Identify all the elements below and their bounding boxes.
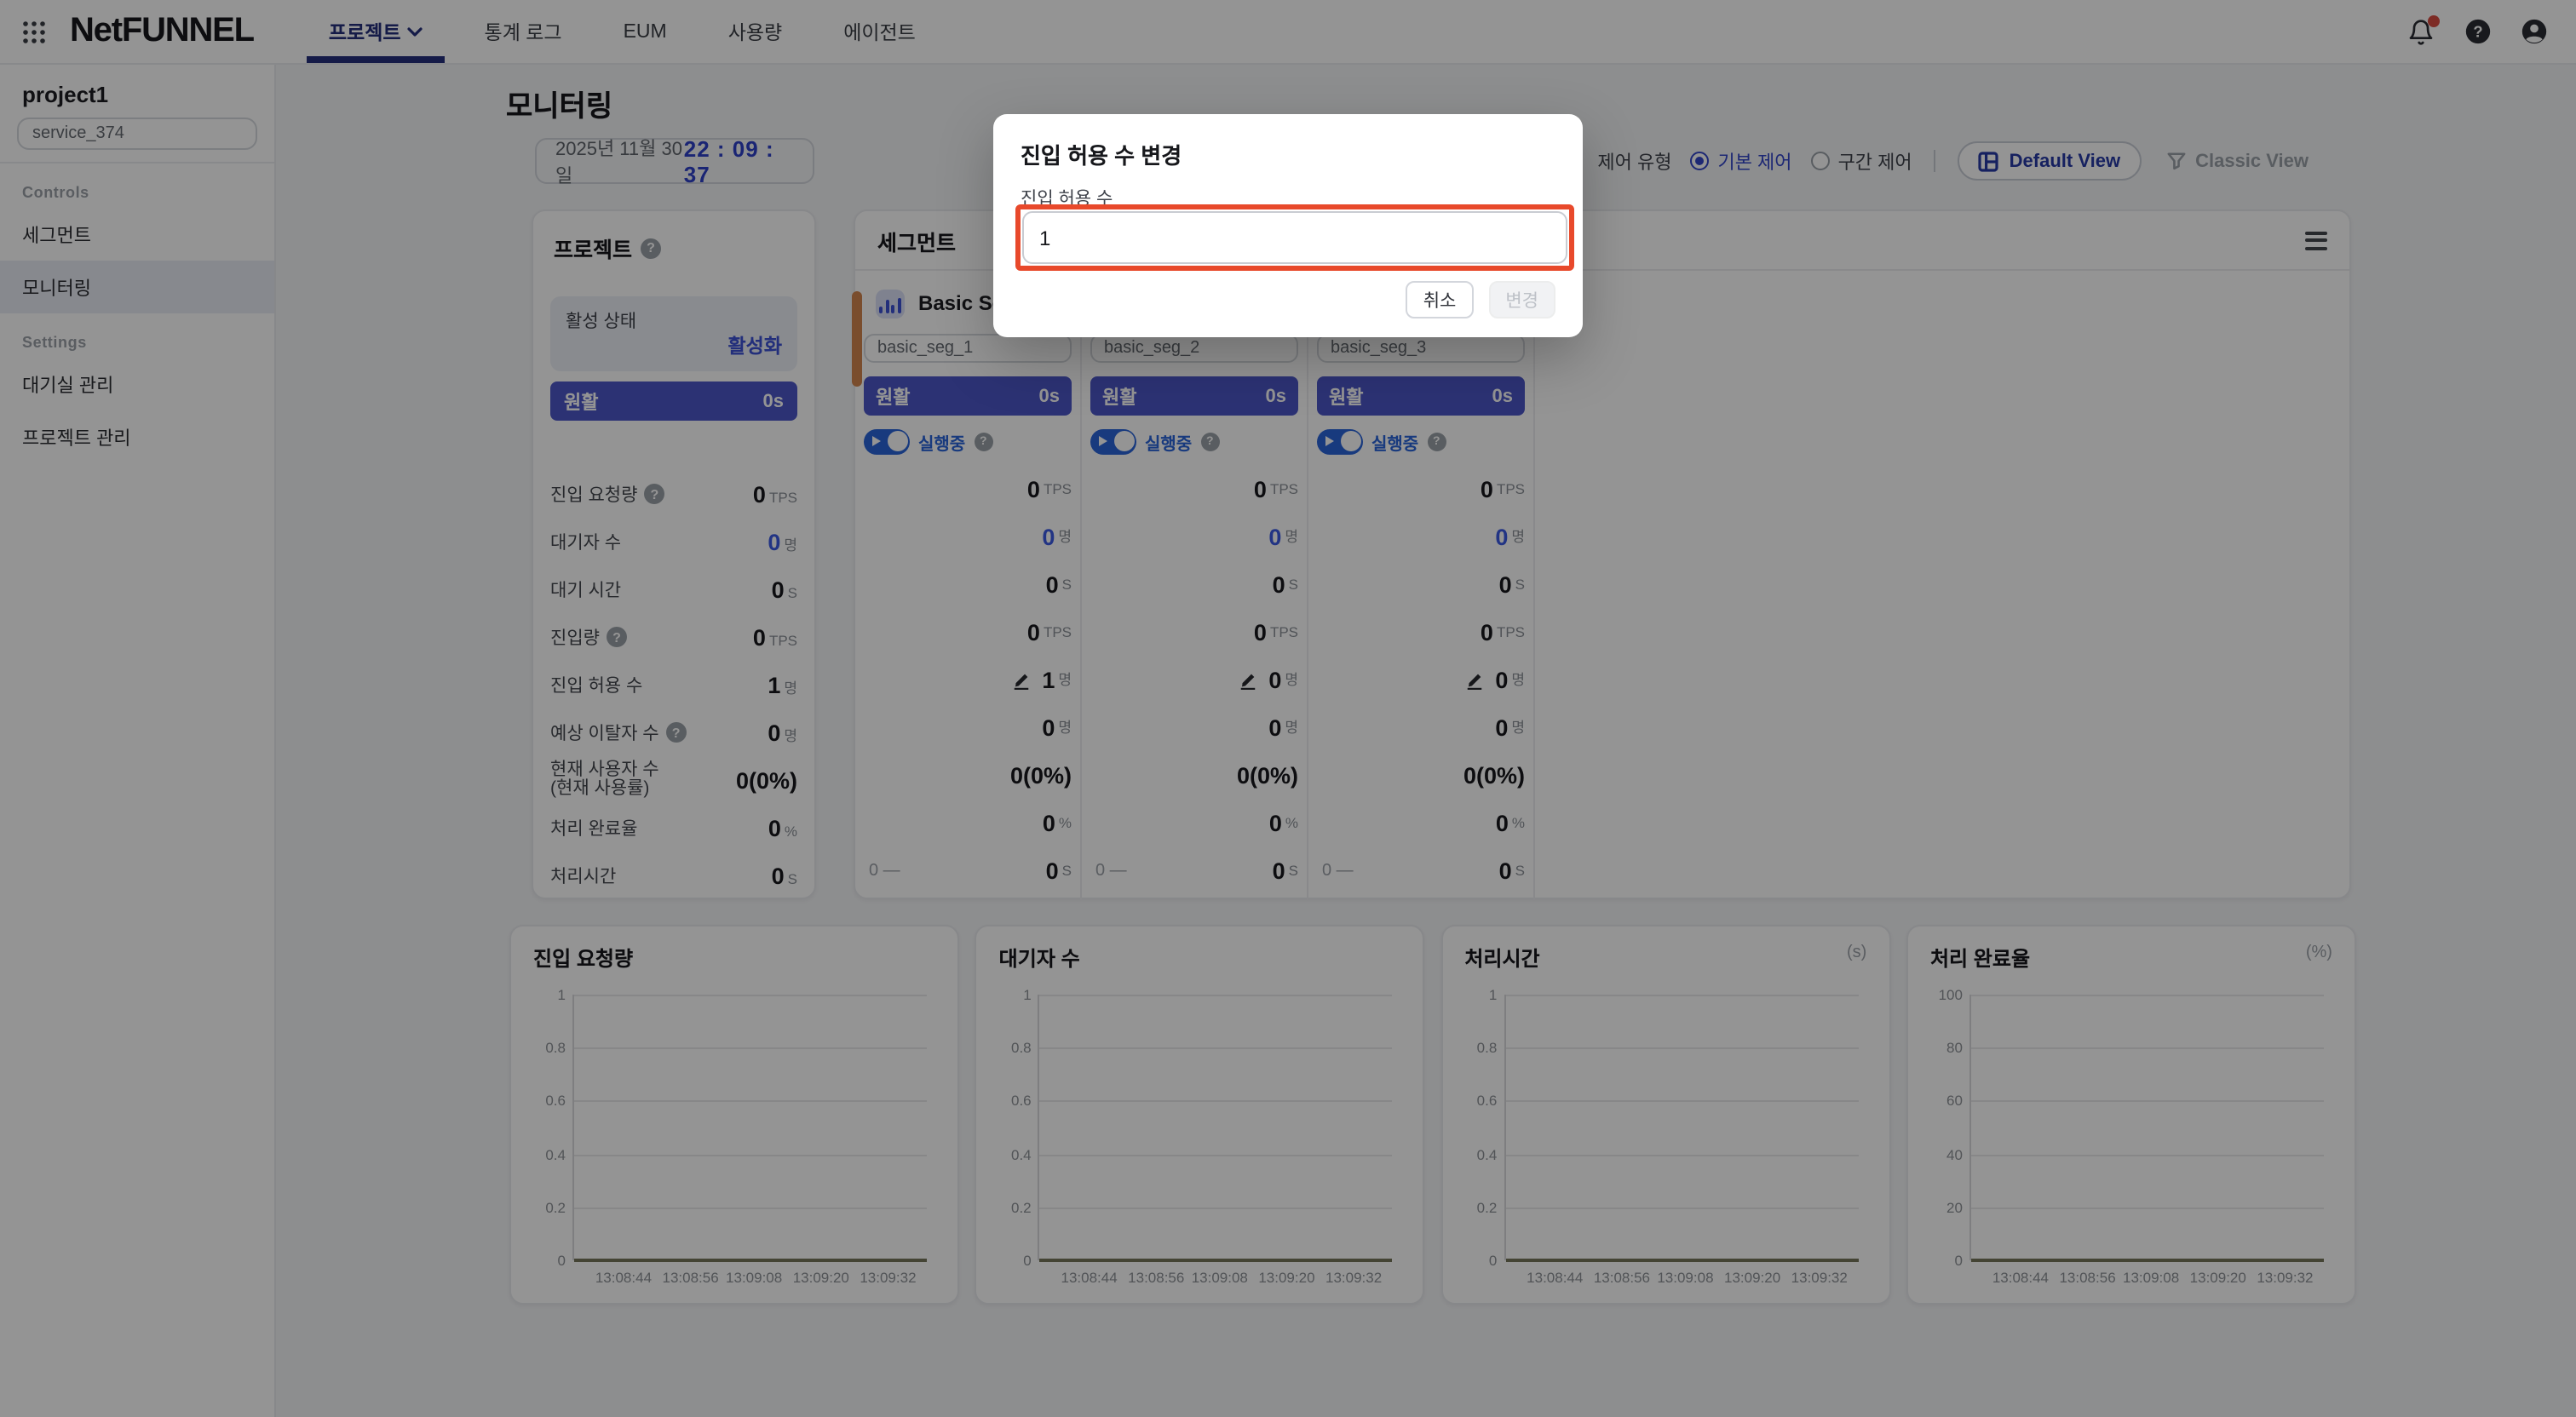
modal-title: 진입 허용 수 변경 (1021, 138, 1555, 170)
modal-actions: 취소 변경 (1406, 281, 1555, 318)
cancel-button[interactable]: 취소 (1406, 281, 1474, 318)
entry-allowance-modal: 진입 허용 수 변경 진입 허용 수 취소 변경 (993, 114, 1583, 337)
highlight-frame (1015, 204, 1574, 271)
netfunnel-app: NetFUNNEL 프로젝트통계 로그EUM사용량에이전트 ? project1… (0, 0, 2576, 1417)
confirm-button[interactable]: 변경 (1488, 281, 1555, 318)
entry-allowance-input[interactable] (1022, 211, 1567, 264)
